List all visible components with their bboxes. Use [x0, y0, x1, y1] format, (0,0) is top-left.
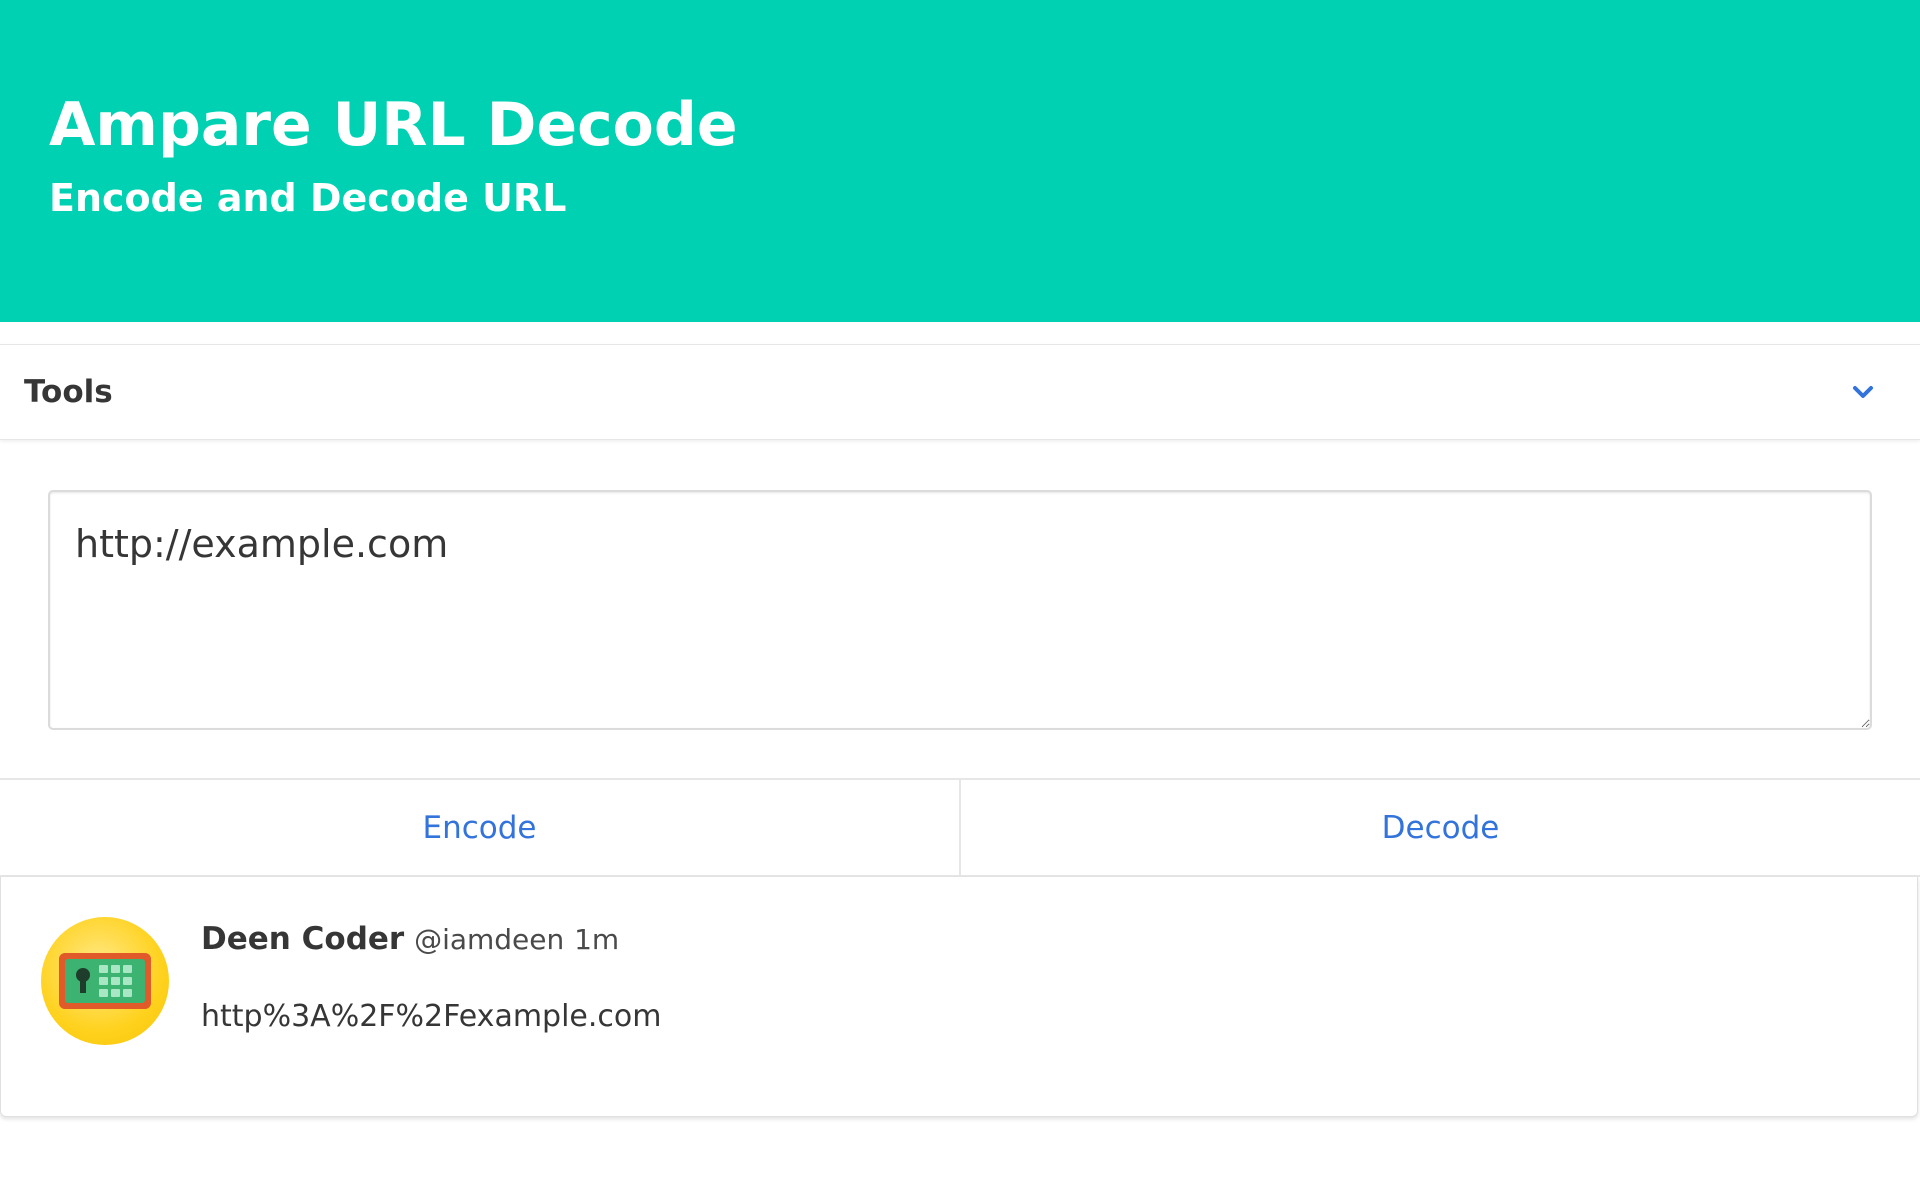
page-title: Ampare URL Decode [49, 90, 738, 160]
safe-keypad-icon [59, 953, 151, 1009]
tools-label: Tools [24, 374, 113, 410]
url-textarea[interactable]: http://example.com [48, 490, 1872, 730]
encode-button[interactable]: Encode [0, 780, 959, 875]
author-handle: @iamdeen [414, 923, 565, 956]
author-line: Deen Coder @iamdeen 1m [201, 921, 619, 958]
decode-button[interactable]: Decode [959, 780, 1920, 875]
result-text: http%3A%2F%2Fexample.com [201, 999, 662, 1034]
result-card: Deen Coder @iamdeen 1m http%3A%2F%2Fexam… [0, 877, 1918, 1117]
page-subtitle: Encode and Decode URL [49, 176, 567, 220]
hero-banner: Ampare URL Decode Encode and Decode URL [0, 0, 1920, 322]
avatar [41, 917, 169, 1045]
chevron-down-icon[interactable] [1850, 379, 1876, 405]
post-time: 1m [574, 923, 620, 956]
url-input-wrapper: http://example.com [48, 490, 1872, 730]
action-buttons: Encode Decode [0, 778, 1920, 877]
author-name: Deen Coder [201, 921, 405, 957]
tools-panel-header[interactable]: Tools [0, 344, 1920, 440]
